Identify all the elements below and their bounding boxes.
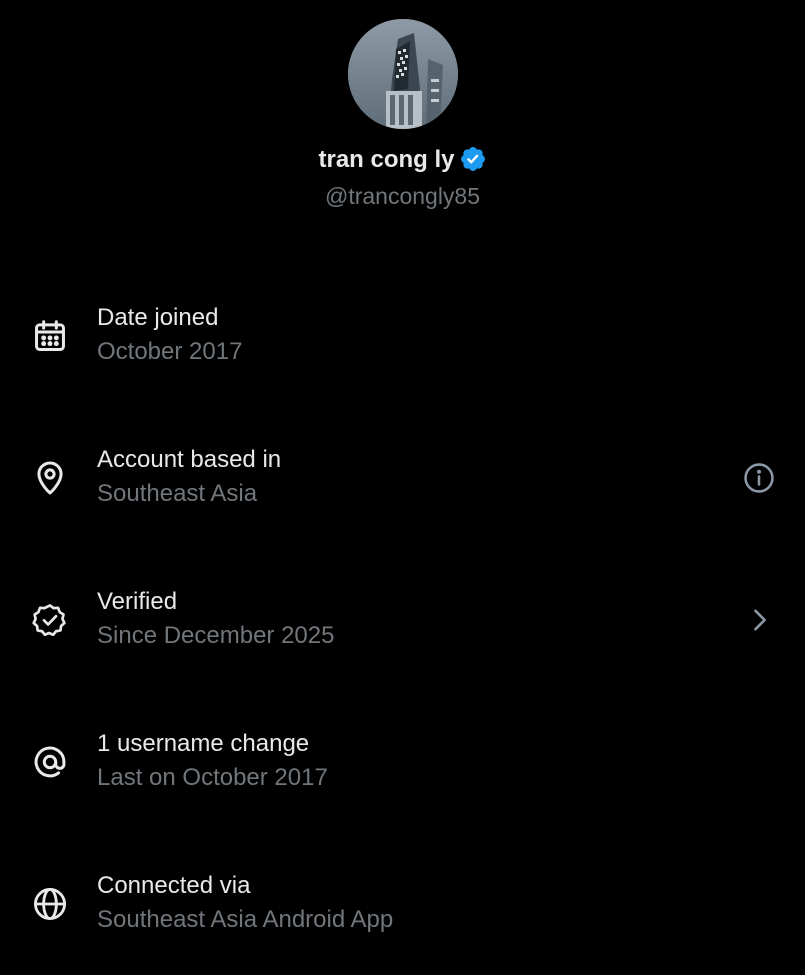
info-icon[interactable] — [742, 461, 776, 495]
username-change-text: 1 username change Last on October 2017 — [97, 727, 328, 795]
date-joined-row: Date joined October 2017 — [0, 265, 805, 407]
date-joined-text: Date joined October 2017 — [97, 301, 242, 369]
verified-text: Verified Since December 2025 — [97, 585, 334, 653]
account-based-in-label: Account based in — [97, 446, 282, 473]
location-pin-icon — [31, 459, 69, 497]
date-joined-value: October 2017 — [97, 338, 243, 365]
verified-label: Verified — [97, 588, 178, 615]
display-name-row: tran cong ly — [0, 143, 805, 177]
verified-check-icon — [31, 601, 69, 639]
verified-value: Since December 2025 — [97, 622, 335, 649]
username-change-label: 1 username change — [97, 730, 310, 757]
verified-badge-icon[interactable] — [459, 145, 487, 173]
account-based-in-row: Account based in Southeast Asia — [0, 407, 805, 549]
account-based-in-text: Account based in Southeast Asia — [97, 443, 281, 511]
connected-via-row: Connected via Southeast Asia Android App — [0, 833, 805, 975]
username-change-row: 1 username change Last on October 2017 — [0, 691, 805, 833]
handle: @trancongly85 — [324, 183, 481, 209]
account-based-in-value: Southeast Asia — [97, 480, 258, 507]
profile-header: tran cong ly @trancongly85 — [0, 0, 805, 230]
display-name: tran cong ly — [318, 146, 455, 173]
chevron-right-icon[interactable] — [742, 603, 776, 637]
connected-via-text: Connected via Southeast Asia Android App — [97, 869, 393, 937]
avatar[interactable] — [348, 19, 458, 129]
connected-via-value: Southeast Asia Android App — [97, 906, 394, 933]
date-joined-label: Date joined — [97, 304, 219, 331]
verified-row[interactable]: Verified Since December 2025 — [0, 549, 805, 691]
at-sign-icon — [31, 743, 69, 781]
about-account-list: Date joined October 2017 Account based i… — [0, 265, 805, 975]
calendar-icon — [31, 317, 69, 355]
username-change-value: Last on October 2017 — [97, 764, 328, 791]
globe-icon — [31, 885, 69, 923]
connected-via-label: Connected via — [97, 872, 251, 899]
